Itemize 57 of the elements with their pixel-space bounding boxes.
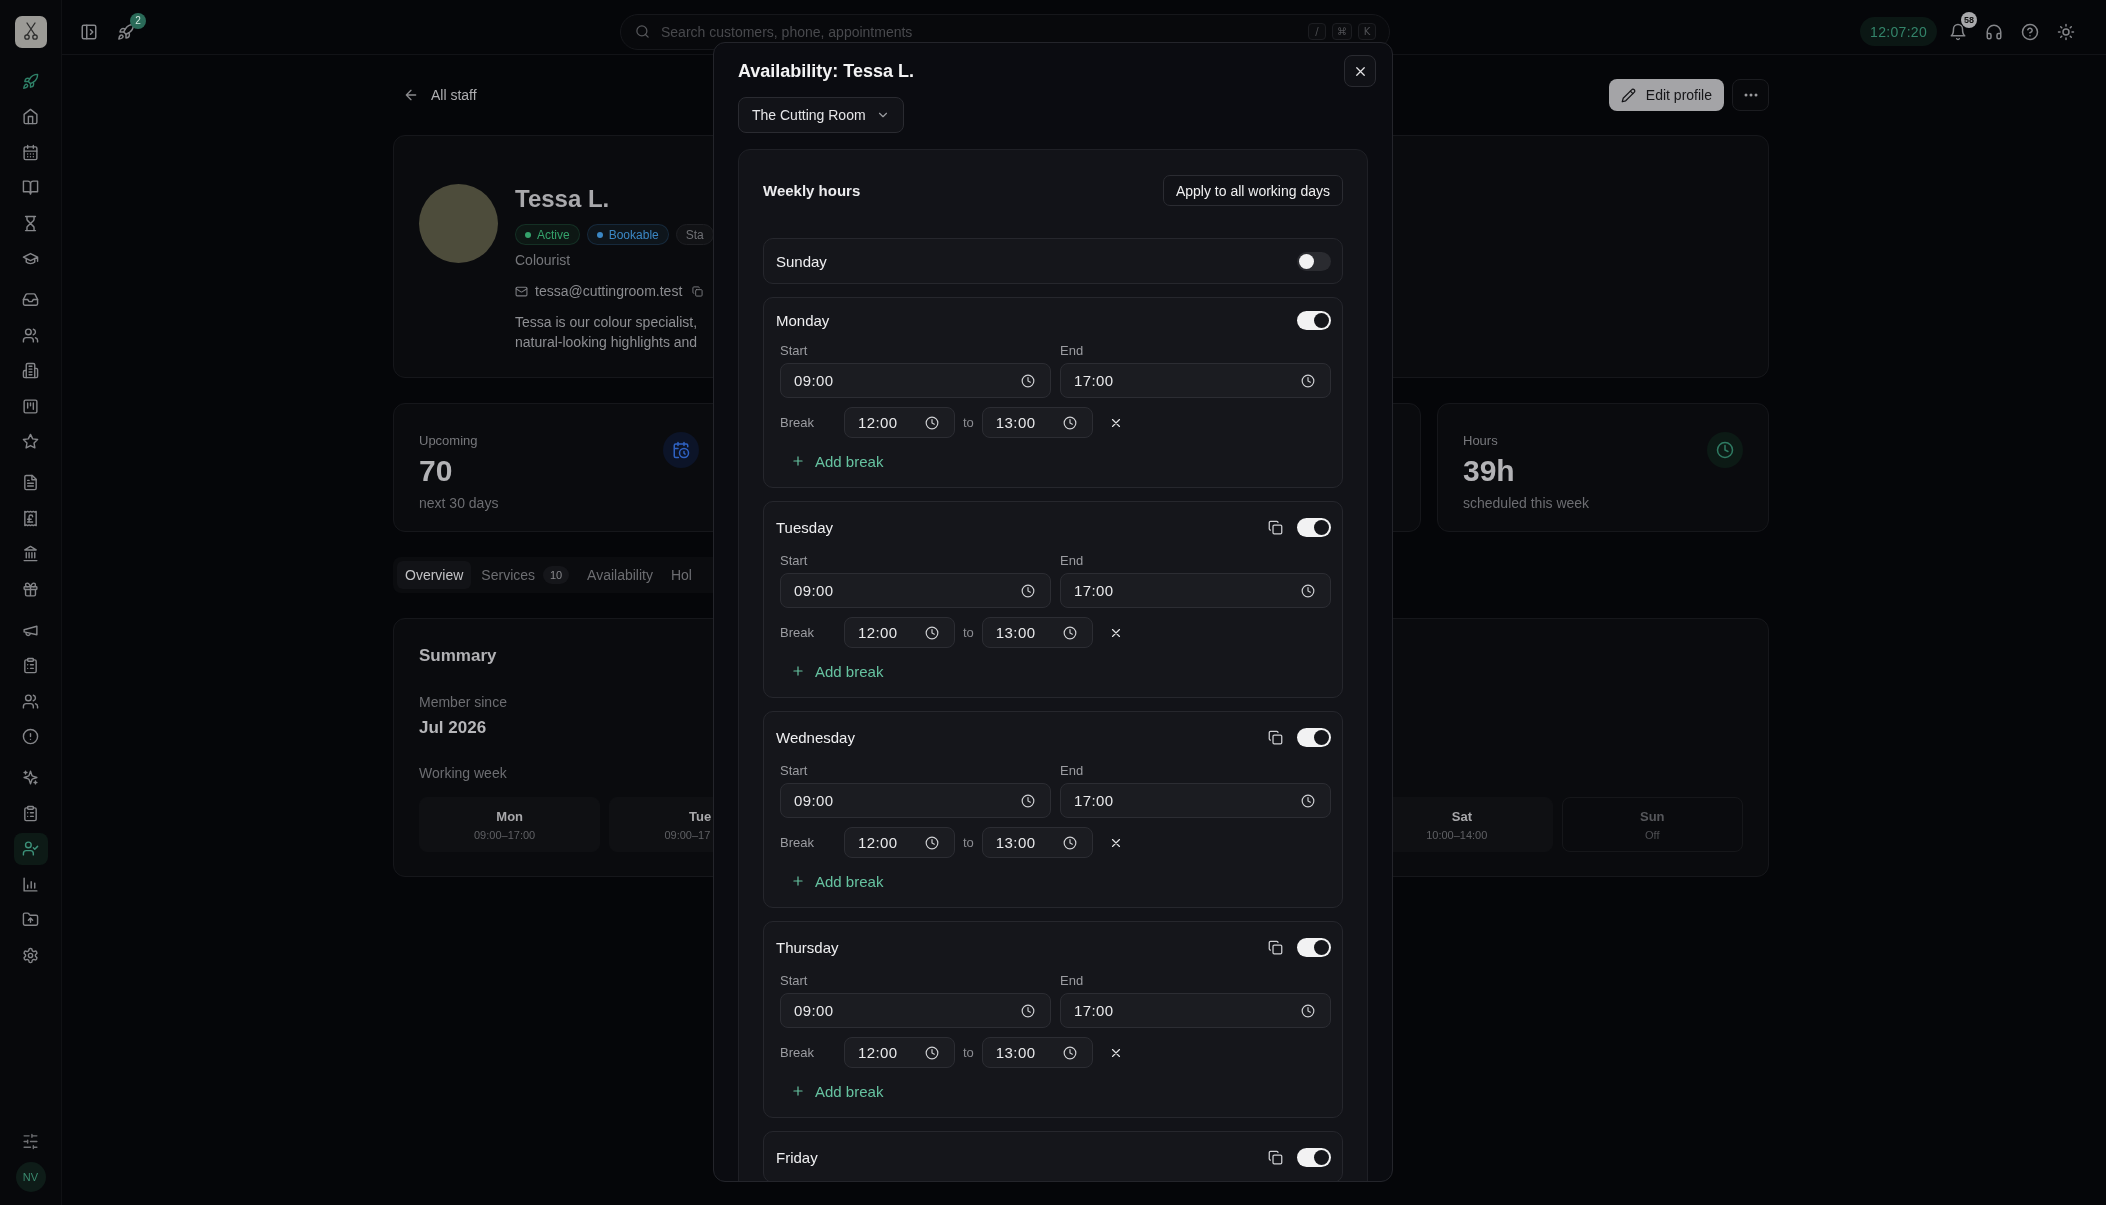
staff-role: Colourist xyxy=(515,251,571,269)
stat-note: next 30 days xyxy=(419,494,499,512)
stat-note: scheduled this week xyxy=(1463,494,1590,512)
range-separator: to xyxy=(963,1045,974,1060)
day-hours: 10:00–14:00 xyxy=(1426,828,1488,841)
shortcut-key: ⌘ xyxy=(1332,23,1352,40)
count-badge: 2 xyxy=(130,12,146,29)
day-name: Wednesday xyxy=(776,728,855,746)
day-name: Tuesday xyxy=(776,518,833,536)
break-label: Break xyxy=(780,415,815,430)
field-label: Member since xyxy=(419,693,507,711)
bio-text: Tessa is our colour specialist, xyxy=(515,313,698,332)
section-title: Weekly hours xyxy=(763,182,861,199)
stat-value: 39h xyxy=(1463,454,1515,488)
status-text: Active xyxy=(537,227,570,242)
field-label: End xyxy=(1060,763,1084,779)
break-label: Break xyxy=(780,1045,815,1060)
status-text: Sta xyxy=(685,227,704,242)
field-label: Start xyxy=(780,763,808,779)
range-separator: to xyxy=(963,835,974,850)
day-name: Monday xyxy=(776,311,830,329)
stat-label: Hours xyxy=(1463,432,1498,450)
field-label: Working week xyxy=(419,764,507,782)
time-display: 12:07:20 xyxy=(1860,17,1937,46)
stat-value: 70 xyxy=(419,454,453,488)
staff-name: Tessa L. xyxy=(515,184,610,214)
shortcut-key: K xyxy=(1358,23,1376,40)
stat-label: Upcoming xyxy=(419,432,478,450)
break-label: Break xyxy=(780,625,815,640)
member-since-date: Jul 2026 xyxy=(419,717,487,739)
day-hours: Off xyxy=(1645,828,1660,841)
notification-count-badge: 58 xyxy=(1961,11,1977,28)
field-label: End xyxy=(1060,343,1084,359)
day-hours: 09:00–17 xyxy=(664,828,711,841)
range-separator: to xyxy=(963,415,974,430)
day-label: Tue xyxy=(689,808,712,824)
bio-text: natural-looking highlights and xyxy=(515,333,698,352)
status-text: Bookable xyxy=(608,227,659,242)
day-label: Mon xyxy=(496,808,524,824)
dialog-title: Availability: Tessa L. xyxy=(738,60,915,82)
field-label: Start xyxy=(780,973,808,989)
range-separator: to xyxy=(963,625,974,640)
count-badge: 10 xyxy=(543,566,570,584)
field-label: Start xyxy=(780,553,808,569)
day-label: Sat xyxy=(1451,808,1472,824)
shortcut-key: / xyxy=(1308,23,1326,40)
field-label: End xyxy=(1060,553,1084,569)
day-hours: 09:00–17:00 xyxy=(474,828,536,841)
day-label: Sun xyxy=(1640,808,1665,824)
day-name: Sunday xyxy=(776,252,827,270)
field-label: End xyxy=(1060,973,1084,989)
field-label: Start xyxy=(780,343,808,359)
section-title: Summary xyxy=(419,645,497,667)
email-address: tessa@cuttingroom.test xyxy=(535,283,683,299)
day-name: Thursday xyxy=(776,938,839,956)
day-name: Friday xyxy=(776,1148,818,1166)
break-label: Break xyxy=(780,835,815,850)
